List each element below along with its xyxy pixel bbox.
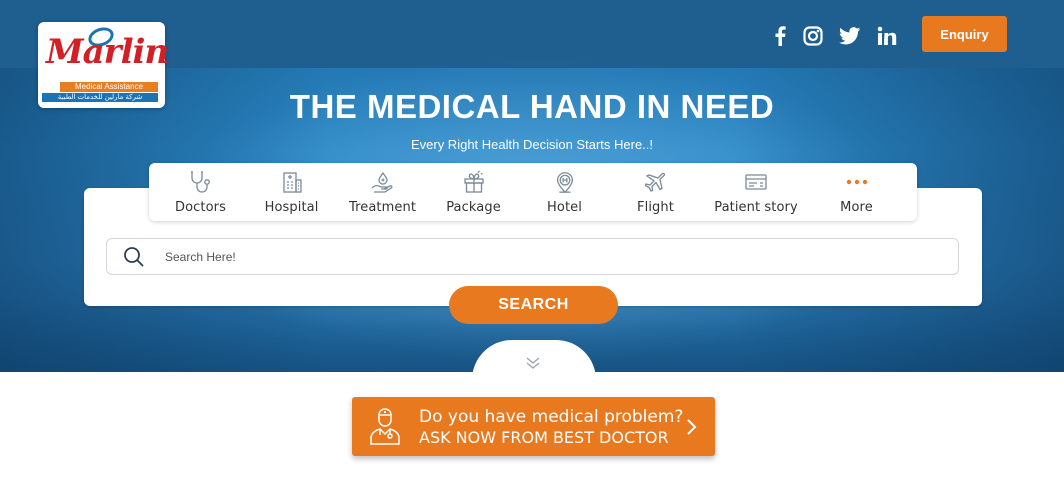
- airplane-icon: [644, 172, 665, 192]
- tab-hotel[interactable]: Hotel: [519, 163, 610, 221]
- hero-title: THE MEDICAL HAND IN NEED: [289, 88, 775, 125]
- search-button[interactable]: SEARCH: [449, 286, 618, 324]
- stethoscope-icon: [190, 171, 210, 193]
- facebook-icon[interactable]: [770, 24, 790, 48]
- twitter-icon[interactable]: [838, 24, 862, 48]
- logo-wordmark: Marlin: [46, 32, 169, 72]
- ask-doctor-banner[interactable]: Do you have medical problem? ASK NOW FRO…: [352, 397, 715, 456]
- search-input[interactable]: [165, 244, 935, 270]
- doctor-icon: [370, 408, 400, 445]
- tab-label: Treatment: [348, 200, 417, 215]
- tab-label: Hotel: [547, 200, 582, 215]
- tab-label: More: [840, 200, 873, 215]
- category-tabs: Doctors Hospital Treatment Package Hotel…: [149, 163, 917, 221]
- instagram-icon[interactable]: [802, 24, 824, 48]
- chevron-double-down-icon[interactable]: [525, 356, 541, 370]
- tab-treatment[interactable]: Treatment: [337, 163, 428, 221]
- id-card-icon: [745, 174, 767, 190]
- tab-doctors[interactable]: Doctors: [155, 163, 246, 221]
- tab-patient-story[interactable]: Patient story: [701, 163, 811, 221]
- enquiry-button[interactable]: Enquiry: [922, 16, 1007, 52]
- tab-package[interactable]: Package: [428, 163, 519, 221]
- tab-label: Doctors: [175, 200, 226, 215]
- search-box: [106, 238, 959, 275]
- tab-flight[interactable]: Flight: [610, 163, 701, 221]
- ask-line1: Do you have medical problem?: [419, 407, 684, 427]
- tab-label: Hospital: [264, 200, 319, 215]
- tab-label: Package: [446, 200, 501, 215]
- tab-label: Patient story: [714, 200, 798, 215]
- tab-label: Flight: [637, 200, 674, 215]
- ask-line2: ASK NOW FROM BEST DOCTOR: [419, 428, 669, 447]
- hero-subtitle: Every Right Health Decision Starts Here.…: [410, 137, 654, 152]
- search-icon: [124, 247, 144, 267]
- hospital-building-icon: [282, 172, 302, 193]
- tab-hospital[interactable]: Hospital: [246, 163, 337, 221]
- more-dots-icon: [846, 179, 867, 185]
- hotel-pin-icon: [556, 172, 573, 194]
- gift-box-icon: [463, 170, 484, 193]
- tab-more[interactable]: More: [811, 163, 902, 221]
- hand-drop-icon: [371, 171, 392, 193]
- chevron-right-icon: [687, 419, 697, 435]
- linkedin-icon[interactable]: [876, 24, 898, 48]
